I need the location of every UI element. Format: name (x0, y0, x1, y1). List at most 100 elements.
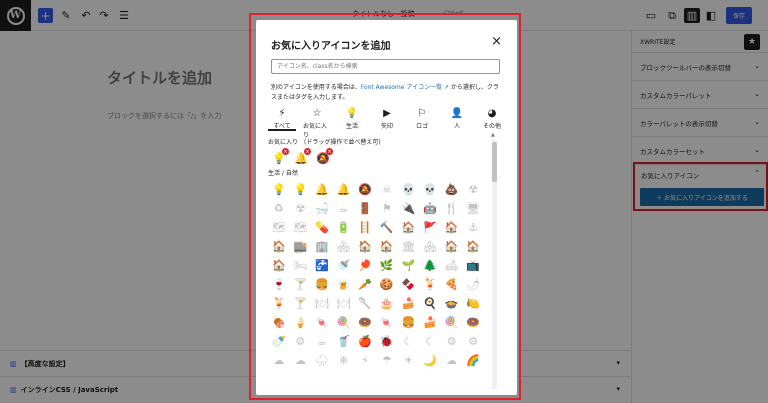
icon-option[interactable]: 🍹 (419, 275, 441, 294)
icon-option[interactable]: ☀ (398, 351, 420, 370)
icon-option[interactable]: 🍲 (441, 294, 463, 313)
icon-option[interactable]: 🏠 (268, 237, 290, 256)
icon-option[interactable]: 🪜 (354, 218, 376, 237)
icon-option[interactable]: ☁ (290, 351, 312, 370)
icon-option[interactable]: 🚰 (311, 256, 333, 275)
icon-option[interactable]: 🍼 (268, 332, 290, 351)
icon-option[interactable]: 🏠 (441, 218, 463, 237)
icon-option[interactable]: 💡 (290, 180, 312, 199)
icon-option[interactable]: 🏘 (333, 237, 355, 256)
icon-search-input[interactable] (271, 59, 500, 74)
favorite-icon[interactable]: 🔔 × (290, 148, 312, 168)
tab-arrows[interactable]: ▶ 矢印 (373, 107, 401, 131)
icon-option[interactable]: 🏠 (354, 237, 376, 256)
scroll-up-icon[interactable]: ▲ (491, 132, 495, 138)
icon-option[interactable]: ⚙ (462, 332, 484, 351)
icon-option[interactable]: 🍩 (462, 313, 484, 332)
icon-option[interactable]: 🍩 (354, 313, 376, 332)
icon-option[interactable]: 🚪 (354, 199, 376, 218)
icon-option[interactable]: 🔌 (398, 199, 420, 218)
icon-option[interactable]: 🍰 (419, 313, 441, 332)
icon-option[interactable]: ☢ (290, 199, 312, 218)
icon-option[interactable]: 💡 (268, 180, 290, 199)
remove-badge-icon[interactable]: × (304, 148, 311, 155)
icon-option[interactable]: 🏠 (268, 256, 290, 275)
icon-option[interactable]: 🏠 (376, 237, 398, 256)
icon-option[interactable]: 🍬 (311, 313, 333, 332)
icon-option[interactable]: ⚓ (462, 218, 484, 237)
icon-option[interactable]: 🍸 (290, 275, 312, 294)
icon-option[interactable]: ⚑ (376, 199, 398, 218)
icon-option[interactable]: ☢ (462, 180, 484, 199)
icon-option[interactable]: ⚙ (290, 332, 312, 351)
icon-option[interactable]: 🍹 (268, 294, 290, 313)
icon-option[interactable]: 🥤 (333, 332, 355, 351)
icon-option[interactable]: 🗺 (268, 218, 290, 237)
icon-option[interactable]: 🍺 (333, 275, 355, 294)
icon-option[interactable]: 🛋 (441, 256, 463, 275)
icon-option[interactable]: 🚩 (419, 218, 441, 237)
icon-option[interactable]: 🍬 (376, 313, 398, 332)
icon-option[interactable]: 🍽 (311, 294, 333, 313)
icon-option[interactable]: 🍷 (268, 275, 290, 294)
icon-option[interactable]: 🌈 (462, 351, 484, 370)
icon-option[interactable]: 💊 (311, 218, 333, 237)
icon-option[interactable]: ☁ (268, 351, 290, 370)
icon-option[interactable]: 🏠 (441, 237, 463, 256)
icon-option[interactable]: 🍭 (441, 313, 463, 332)
icon-option[interactable]: ☾ (419, 332, 441, 351)
icon-option[interactable]: ☁ (441, 351, 463, 370)
icon-option[interactable]: 🖥 (462, 199, 484, 218)
icon-option[interactable]: 🔨 (376, 218, 398, 237)
icon-option[interactable]: 🎂 (376, 294, 398, 313)
remove-badge-icon[interactable]: × (282, 148, 289, 155)
icon-option[interactable]: 🍖 (268, 313, 290, 332)
icon-option[interactable]: 🏠 (398, 218, 420, 237)
icon-option[interactable]: 🏓 (354, 256, 376, 275)
icon-option[interactable]: 🚿 (333, 256, 355, 275)
icon-option[interactable]: ☂ (376, 351, 398, 370)
remove-badge-icon[interactable]: × (326, 148, 333, 155)
icon-option[interactable]: ❄ (333, 351, 355, 370)
icon-option[interactable]: 🥄 (354, 294, 376, 313)
icon-option[interactable]: 🏛 (398, 237, 420, 256)
icon-option[interactable]: ⚙ (441, 332, 463, 351)
icon-option[interactable]: 🍸 (290, 294, 312, 313)
icon-option[interactable]: 🌿 (376, 256, 398, 275)
icon-option[interactable]: 🏘 (419, 237, 441, 256)
icon-option[interactable]: 🔕 (354, 180, 376, 199)
icon-option[interactable]: 🗺 (290, 218, 312, 237)
tab-people[interactable]: 👤 人 (443, 107, 471, 131)
icon-option[interactable]: 🔔 (311, 180, 333, 199)
tab-all[interactable]: ⚡ すべて (268, 107, 296, 131)
icon-option[interactable]: 🍦 (290, 313, 312, 332)
icon-option[interactable]: 🔔 (333, 180, 355, 199)
tab-favorites[interactable]: ☆ お気に入り (303, 107, 331, 139)
icon-option[interactable]: ♻ (268, 199, 290, 218)
icon-option[interactable]: 🌙 (419, 351, 441, 370)
icon-option[interactable]: 🍪 (376, 275, 398, 294)
icon-option[interactable]: 🏢 (311, 237, 333, 256)
tab-other[interactable]: ◕ その他 (478, 107, 506, 131)
icon-option[interactable]: 💩 (441, 180, 463, 199)
favorite-icon[interactable]: 💡 × (268, 148, 290, 168)
icon-option[interactable]: ☠ (376, 180, 398, 199)
icon-option[interactable]: 🏠 (462, 237, 484, 256)
icon-option[interactable]: ☕ (311, 332, 333, 351)
favorite-icon[interactable]: 🔕 × (312, 148, 334, 168)
icon-option[interactable]: 🍭 (333, 313, 355, 332)
icon-option[interactable]: 🏬 (290, 237, 312, 256)
icon-option[interactable]: 🍔 (398, 313, 420, 332)
icon-option[interactable]: ☾ (398, 332, 420, 351)
icon-option[interactable]: 🔋 (333, 218, 355, 237)
icon-option[interactable]: 🤖 (419, 199, 441, 218)
icon-option[interactable]: 🍰 (398, 294, 420, 313)
icon-option[interactable]: 🍎 (354, 332, 376, 351)
icon-option[interactable]: ☕ (333, 199, 355, 218)
close-icon[interactable]: × (491, 34, 502, 49)
icon-option[interactable]: 🍔 (311, 275, 333, 294)
icon-option[interactable]: 🍫 (398, 275, 420, 294)
tab-life[interactable]: 💡 生活 (338, 107, 366, 131)
icon-option[interactable]: 🛏 (290, 256, 312, 275)
scrollbar-thumb[interactable] (492, 142, 497, 182)
